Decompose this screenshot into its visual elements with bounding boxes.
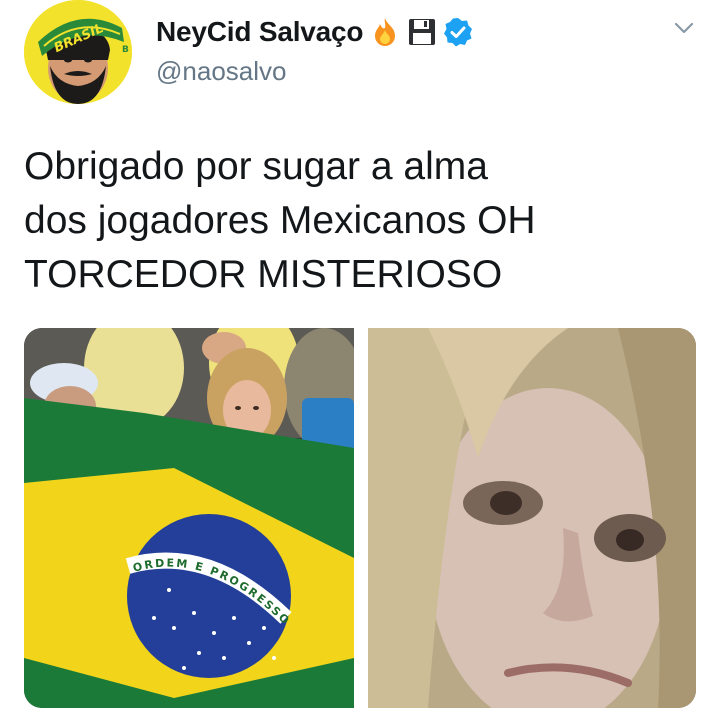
avatar[interactable]: BRASIL B (24, 0, 132, 104)
avatar-illustration: BRASIL B (24, 0, 132, 104)
avatar-side-letter: B (122, 45, 129, 55)
tweet-text: Obrigado por sugar a alma dos jogadores … (24, 145, 536, 296)
floppy-disk-icon (407, 17, 437, 47)
fans-with-brazil-flag-photo: ORDEM E PROGRESSO (24, 328, 354, 708)
display-name-row: NeyCid Salvaço (156, 12, 473, 52)
verified-badge-icon (443, 17, 473, 47)
media-image-left[interactable]: ORDEM E PROGRESSO (24, 328, 354, 708)
media-grid: ORDEM E PROGRESSO (24, 328, 696, 708)
blond-long-hair-face-closeup-photo (368, 328, 696, 708)
display-name[interactable]: NeyCid Salvaço (156, 16, 363, 48)
chevron-down-icon[interactable] (670, 14, 698, 42)
media-image-right[interactable] (368, 328, 696, 708)
fire-icon (369, 16, 401, 48)
user-handle[interactable]: @naosalvo (156, 56, 286, 87)
tweet-card: BRASIL B NeyCid Salvaço @naosalvo Obriga… (0, 0, 720, 720)
media-divider (354, 328, 368, 708)
